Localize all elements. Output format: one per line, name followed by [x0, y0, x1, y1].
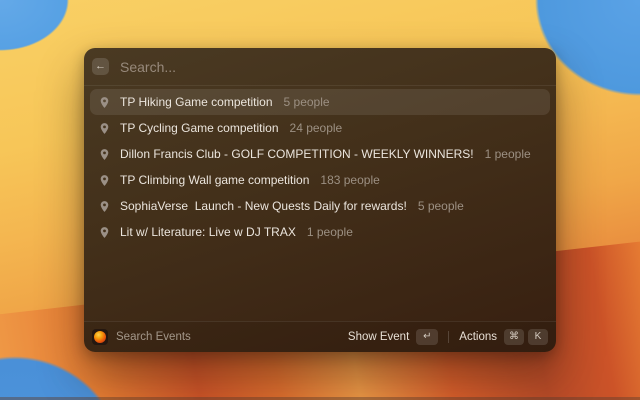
event-people-count: 1 people — [484, 147, 531, 161]
return-key-icon: ↵ — [416, 329, 439, 345]
location-pin-icon — [98, 148, 111, 161]
actions-shortcut: ⌘ K — [504, 329, 548, 345]
event-people-count: 1 people — [306, 225, 353, 239]
event-title: TP Climbing Wall game competition — [120, 173, 310, 187]
event-people-count: 5 people — [417, 199, 464, 213]
actions-menu-button[interactable]: Actions ⌘ K — [459, 327, 548, 347]
location-pin-icon — [98, 96, 111, 109]
show-event-action[interactable]: Show Event ↵ — [347, 327, 439, 347]
event-title: TP Hiking Game competition — [120, 95, 273, 109]
command-key-icon: ⌘ — [504, 329, 524, 345]
event-title: Lit w/ Literature: Live w DJ TRAX — [120, 225, 296, 239]
back-button[interactable]: ← — [92, 58, 109, 75]
actions-label: Actions — [459, 331, 497, 343]
event-row[interactable]: SophiaVerse Launch - New Quests Daily fo… — [90, 193, 550, 219]
event-title: SophiaVerse Launch - New Quests Daily fo… — [120, 199, 407, 213]
location-pin-icon — [98, 174, 111, 187]
event-row[interactable]: TP Climbing Wall game competition 183 pe… — [90, 167, 550, 193]
footer-divider — [448, 331, 450, 343]
event-people-count: 5 people — [283, 95, 330, 109]
event-row[interactable]: Dillon Francis Club - GOLF COMPETITION -… — [90, 141, 550, 167]
extension-icon — [92, 329, 108, 345]
footer-actions: Show Event ↵ Actions ⌘ K — [348, 327, 548, 347]
event-row[interactable]: TP Hiking Game competition 5 people — [90, 89, 550, 115]
event-title: TP Cycling Game competition — [120, 121, 279, 135]
event-title: Dillon Francis Club - GOLF COMPETITION -… — [120, 147, 474, 161]
location-pin-icon — [98, 226, 111, 239]
location-pin-icon — [98, 122, 111, 135]
extension-icon-orb — [94, 331, 106, 343]
footer-bar: Search Events Show Event ↵ Actions ⌘ K — [84, 321, 556, 352]
search-bar: ← — [84, 48, 556, 86]
location-pin-icon — [98, 200, 111, 213]
search-input[interactable] — [118, 57, 546, 76]
back-arrow-icon: ← — [95, 60, 106, 72]
event-row[interactable]: TP Cycling Game competition 24 people — [90, 115, 550, 141]
extension-name-label: Search Events — [116, 331, 191, 343]
event-row[interactable]: Lit w/ Literature: Live w DJ TRAX 1 peop… — [90, 219, 550, 245]
event-people-count: 183 people — [320, 173, 380, 187]
search-window: ← TP Hiking Game competition 5 people TP… — [84, 48, 556, 352]
results-list: TP Hiking Game competition 5 people TP C… — [84, 86, 556, 248]
show-event-label: Show Event — [347, 331, 410, 343]
event-people-count: 24 people — [289, 121, 343, 135]
k-key-icon: K — [528, 329, 548, 345]
